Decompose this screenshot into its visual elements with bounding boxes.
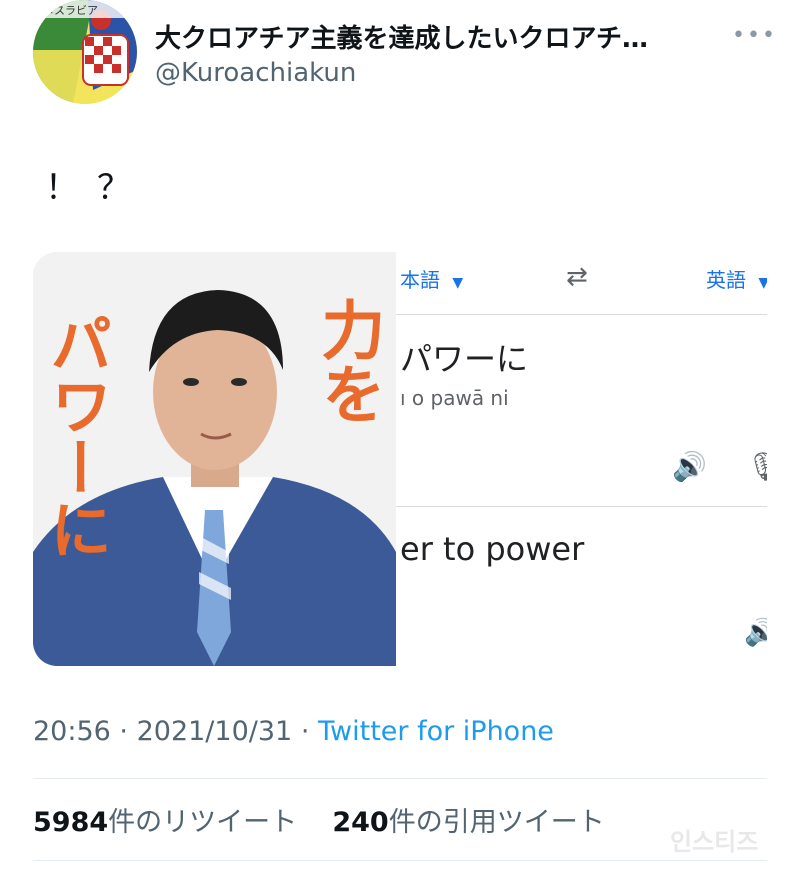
more-horizontal-icon[interactable]: ••• [732,25,775,47]
tweet-source-link[interactable]: Twitter for iPhone [318,716,554,747]
display-name[interactable]: 大クロアチア主義を達成したいクロアチ… [155,18,715,55]
poster-photo: パワーに 力を [33,252,396,666]
quotes-count: 240 [332,807,389,838]
divider [396,314,767,315]
tweet-time[interactable]: 20:56 [33,716,111,747]
tweet-media[interactable]: パワーに 力を 本語 ▼ ⇄ 英語 ▼ パワーに ı o pawā ni 🔊 🎙… [33,252,767,666]
handle[interactable]: @Kuroachiakun [155,58,356,88]
speaker-icon: 🔊 [744,618,767,648]
avatar-image: メスラビア [33,0,137,104]
source-language: 本語 ▼ [400,264,463,293]
swap-arrows-icon: ⇄ [566,262,588,292]
retweets-stat[interactable]: 5984件のリツイート [33,807,306,838]
poster-text-right: 力を [310,297,393,438]
source-language-label: 本語 [400,268,440,292]
divider [396,506,767,507]
quotes-label: 件の引用ツイート [388,807,605,838]
avatar[interactable]: メスラビア [33,0,137,104]
divider [33,778,767,779]
poster-text-left: パワーに [39,312,113,571]
dropdown-caret-icon: ▼ [452,275,464,291]
translated-text: er to power [400,530,585,568]
romanization: ı o pawā ni [400,386,509,410]
dropdown-caret-icon: ▼ [758,275,767,291]
target-language: 英語 ▼ [706,264,767,293]
speaker-icon: 🔊 [672,450,707,483]
tweet-text: ！？ [45,168,149,208]
retweets-count: 5984 [33,807,109,838]
translate-screenshot: 本語 ▼ ⇄ 英語 ▼ パワーに ı o pawā ni 🔊 🎙 er to p… [396,252,767,666]
meta-separator: · [300,716,310,747]
mic-icon: 🎙 [746,450,767,483]
tweet-meta: 20:56 · 2021/10/31 · Twitter for iPhone [33,716,554,747]
meta-separator: · [119,716,128,747]
poster-text-right-value: 力を [310,297,385,425]
retweets-label: 件のリツイート [108,807,298,838]
poster-text-left-value: パワーに [39,312,113,560]
quotes-stat[interactable]: 240件の引用ツイート [332,807,604,838]
divider [33,860,767,861]
source-text: パワーに [400,340,529,378]
tweet-date[interactable]: 2021/10/31 [137,716,293,747]
avatar-badge-text: メスラビア [43,4,98,17]
tweet-stats: 5984件のリツイート 240件の引用ツイート [33,800,605,839]
watermark: 인스티즈 [670,828,759,856]
target-language-label: 英語 [706,268,746,292]
